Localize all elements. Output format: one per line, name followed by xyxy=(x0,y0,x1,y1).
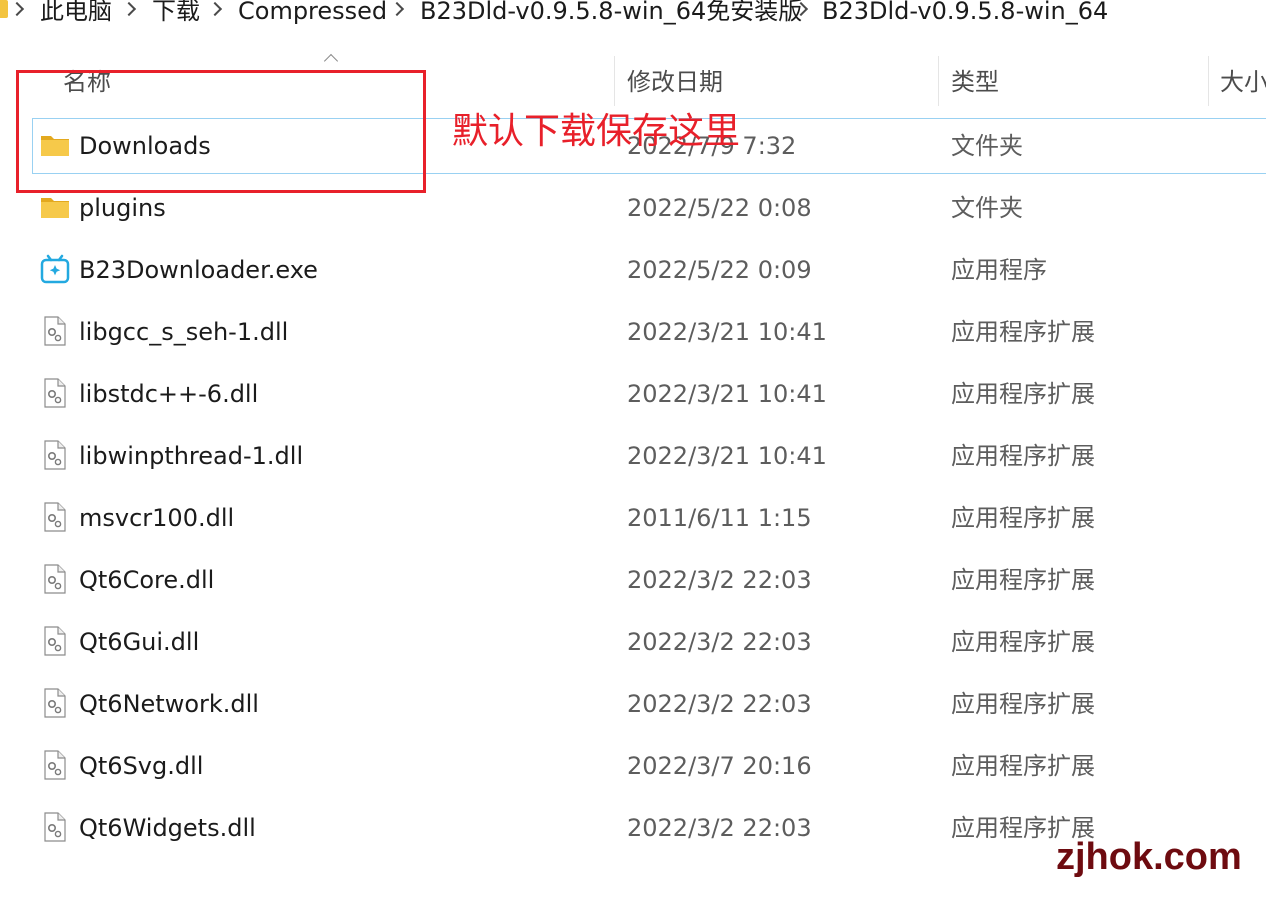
file-date: 2022/5/22 0:08 xyxy=(627,194,812,222)
file-type: 应用程序扩展 xyxy=(951,628,1095,656)
file-name[interactable]: Qt6Core.dll xyxy=(79,562,214,598)
file-row[interactable]: Qt6Core.dll 2022/3/2 22:03 应用程序扩展 xyxy=(0,550,1266,612)
column-divider[interactable] xyxy=(614,56,615,106)
file-type: 应用程序 xyxy=(951,256,1047,284)
file-name[interactable]: Qt6Widgets.dll xyxy=(79,810,256,846)
column-header-type[interactable]: 类型 xyxy=(951,64,999,100)
file-name[interactable]: libwinpthread-1.dll xyxy=(79,438,303,474)
file-date: 2011/6/11 1:15 xyxy=(627,504,812,532)
dll-file-icon xyxy=(40,626,70,656)
dll-file-icon xyxy=(40,688,70,718)
chevron-right-icon[interactable] xyxy=(121,1,137,17)
watermark: zjhok.com xyxy=(1056,836,1242,878)
breadcrumb-this-pc[interactable]: 此电脑 xyxy=(40,0,112,28)
file-name[interactable]: msvcr100.dll xyxy=(79,500,234,536)
dll-file-icon xyxy=(40,440,70,470)
file-type: 应用程序扩展 xyxy=(951,442,1095,470)
file-date: 2022/3/21 10:41 xyxy=(627,318,827,346)
file-date: 2022/3/2 22:03 xyxy=(627,566,812,594)
file-row[interactable]: libgcc_s_seh-1.dll 2022/3/21 10:41 应用程序扩展 xyxy=(0,302,1266,364)
column-divider[interactable] xyxy=(1208,56,1209,106)
file-date: 2022/3/2 22:03 xyxy=(627,690,812,718)
dll-file-icon xyxy=(40,564,70,594)
annotation-text: 默认下载保存这里 xyxy=(452,111,741,152)
breadcrumb-compressed[interactable]: Compressed xyxy=(238,0,387,28)
column-divider[interactable] xyxy=(938,56,939,106)
file-name[interactable]: plugins xyxy=(79,190,166,226)
dll-file-icon xyxy=(40,316,70,346)
file-row[interactable]: B23Downloader.exe 2022/5/22 0:09 应用程序 xyxy=(0,240,1266,302)
breadcrumb: 此电脑 下载 Compressed B23Dld-v0.9.5.8-win_64… xyxy=(0,0,1266,40)
file-date: 2022/3/2 22:03 xyxy=(627,628,812,656)
folder-icon xyxy=(40,192,70,222)
file-type: 文件夹 xyxy=(951,132,1023,160)
column-header-date[interactable]: 修改日期 xyxy=(627,64,723,100)
file-date: 2022/3/2 22:03 xyxy=(627,814,812,842)
annotation-highlight-box xyxy=(16,70,426,193)
breadcrumb-portable-folder[interactable]: B23Dld-v0.9.5.8-win_64免安装版 xyxy=(420,0,802,28)
file-date: 2022/3/21 10:41 xyxy=(627,442,827,470)
chevron-right-icon[interactable] xyxy=(389,1,405,17)
file-row[interactable]: msvcr100.dll 2011/6/11 1:15 应用程序扩展 xyxy=(0,488,1266,550)
file-date: 2022/5/22 0:09 xyxy=(627,256,812,284)
dll-file-icon xyxy=(40,812,70,842)
file-type: 应用程序扩展 xyxy=(951,380,1095,408)
file-type: 应用程序扩展 xyxy=(951,318,1095,346)
file-name[interactable]: libgcc_s_seh-1.dll xyxy=(79,314,288,350)
file-name[interactable]: B23Downloader.exe xyxy=(79,252,318,288)
sort-ascending-icon xyxy=(323,53,339,69)
file-type: 应用程序扩展 xyxy=(951,504,1095,532)
dll-file-icon xyxy=(40,378,70,408)
file-date: 2022/3/21 10:41 xyxy=(627,380,827,408)
chevron-right-icon[interactable] xyxy=(207,1,223,17)
folder-icon xyxy=(0,0,8,18)
file-name[interactable]: Qt6Network.dll xyxy=(79,686,259,722)
file-name[interactable]: Qt6Gui.dll xyxy=(79,624,199,660)
file-row[interactable]: Qt6Gui.dll 2022/3/2 22:03 应用程序扩展 xyxy=(0,612,1266,674)
app-icon xyxy=(40,254,70,284)
chevron-right-icon[interactable] xyxy=(9,1,25,17)
file-type: 文件夹 xyxy=(951,194,1023,222)
file-date: 2022/3/7 20:16 xyxy=(627,752,812,780)
dll-file-icon xyxy=(40,750,70,780)
breadcrumb-current-folder[interactable]: B23Dld-v0.9.5.8-win_64 xyxy=(822,0,1108,28)
dll-file-icon xyxy=(40,502,70,532)
file-row[interactable]: Qt6Svg.dll 2022/3/7 20:16 应用程序扩展 xyxy=(0,736,1266,798)
file-type: 应用程序扩展 xyxy=(951,752,1095,780)
column-header-size[interactable]: 大小 xyxy=(1220,64,1266,100)
file-row[interactable]: libstdc++-6.dll 2022/3/21 10:41 应用程序扩展 xyxy=(0,364,1266,426)
file-type: 应用程序扩展 xyxy=(951,690,1095,718)
file-name[interactable]: libstdc++-6.dll xyxy=(79,376,258,412)
file-type: 应用程序扩展 xyxy=(951,566,1095,594)
file-name[interactable]: Qt6Svg.dll xyxy=(79,748,203,784)
breadcrumb-downloads[interactable]: 下载 xyxy=(152,0,200,28)
file-row[interactable]: Qt6Network.dll 2022/3/2 22:03 应用程序扩展 xyxy=(0,674,1266,736)
file-row[interactable]: libwinpthread-1.dll 2022/3/21 10:41 应用程序扩展 xyxy=(0,426,1266,488)
